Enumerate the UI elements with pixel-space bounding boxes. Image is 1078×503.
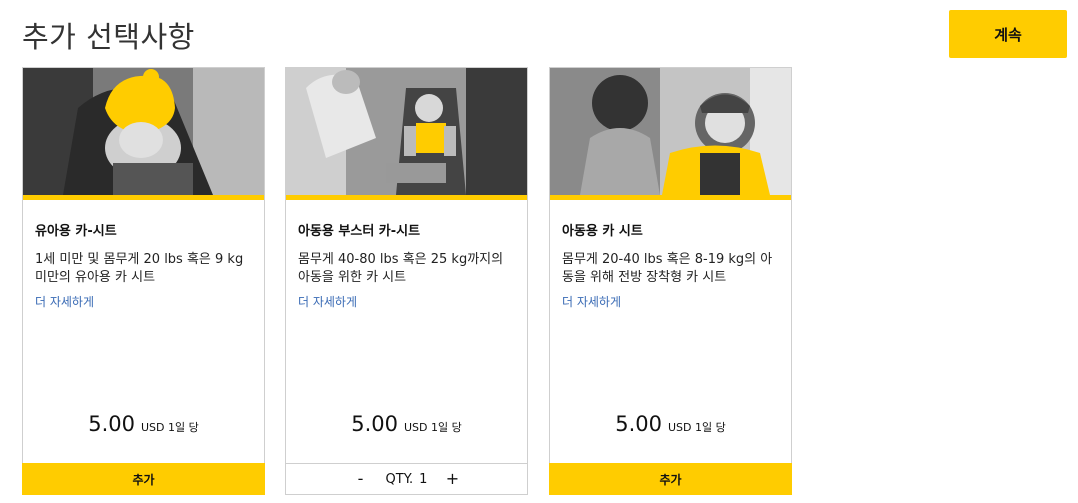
quantity-stepper: - QTY. 1 +	[286, 463, 527, 494]
product-card-booster-seat: 아동용 부스터 카-시트 몸무게 40-80 lbs 혹은 25 kg까지의 아…	[285, 67, 528, 495]
product-card-infant-seat: 유아용 카-시트 1세 미만 및 몸무게 20 lbs 혹은 9 kg 미만의 …	[22, 67, 265, 495]
price-unit: USD 1일 당	[141, 421, 199, 434]
decrement-button[interactable]: -	[354, 471, 368, 487]
more-details-link[interactable]: 더 자세하게	[562, 293, 621, 310]
card-price: 5.00 USD 1일 당	[23, 412, 264, 436]
booster-seat-photo	[286, 68, 527, 195]
quantity-label: QTY.	[385, 471, 414, 487]
infant-seat-photo	[23, 68, 264, 195]
add-button[interactable]: 추가	[549, 463, 792, 495]
continue-button[interactable]: 계속	[949, 10, 1067, 58]
price-unit: USD 1일 당	[404, 421, 462, 434]
price-amount: 5.00	[351, 412, 398, 436]
more-details-link[interactable]: 더 자세하게	[298, 293, 357, 310]
add-button[interactable]: 추가	[22, 463, 265, 495]
increment-button[interactable]: +	[445, 471, 459, 487]
card-accent-stripe	[550, 195, 791, 200]
card-accent-stripe	[286, 195, 527, 200]
card-title: 유아용 카-시트	[35, 224, 117, 239]
card-accent-stripe	[23, 195, 264, 200]
card-price: 5.00 USD 1일 당	[550, 412, 791, 436]
child-seat-photo	[550, 68, 791, 195]
more-details-link[interactable]: 더 자세하게	[35, 293, 94, 310]
price-amount: 5.00	[615, 412, 662, 436]
product-card-child-seat: 아동용 카 시트 몸무게 20-40 lbs 혹은 8-19 kg의 아동을 위…	[549, 67, 792, 495]
card-title: 아동용 부스터 카-시트	[298, 224, 421, 239]
card-description: 1세 미만 및 몸무게 20 lbs 혹은 9 kg 미만의 유아용 카 시트	[35, 252, 244, 285]
card-price: 5.00 USD 1일 당	[286, 412, 527, 436]
quantity-display: QTY. 1	[386, 472, 428, 487]
page-title: 추가 선택사항	[22, 20, 195, 54]
price-unit: USD 1일 당	[668, 421, 726, 434]
quantity-value: 1	[419, 471, 428, 487]
card-title: 아동용 카 시트	[562, 224, 643, 239]
card-description: 몸무게 20-40 lbs 혹은 8-19 kg의 아동을 위해 전방 장착형 …	[562, 252, 773, 285]
card-description: 몸무게 40-80 lbs 혹은 25 kg까지의 아동을 위한 카 시트	[298, 252, 504, 285]
price-amount: 5.00	[88, 412, 135, 436]
